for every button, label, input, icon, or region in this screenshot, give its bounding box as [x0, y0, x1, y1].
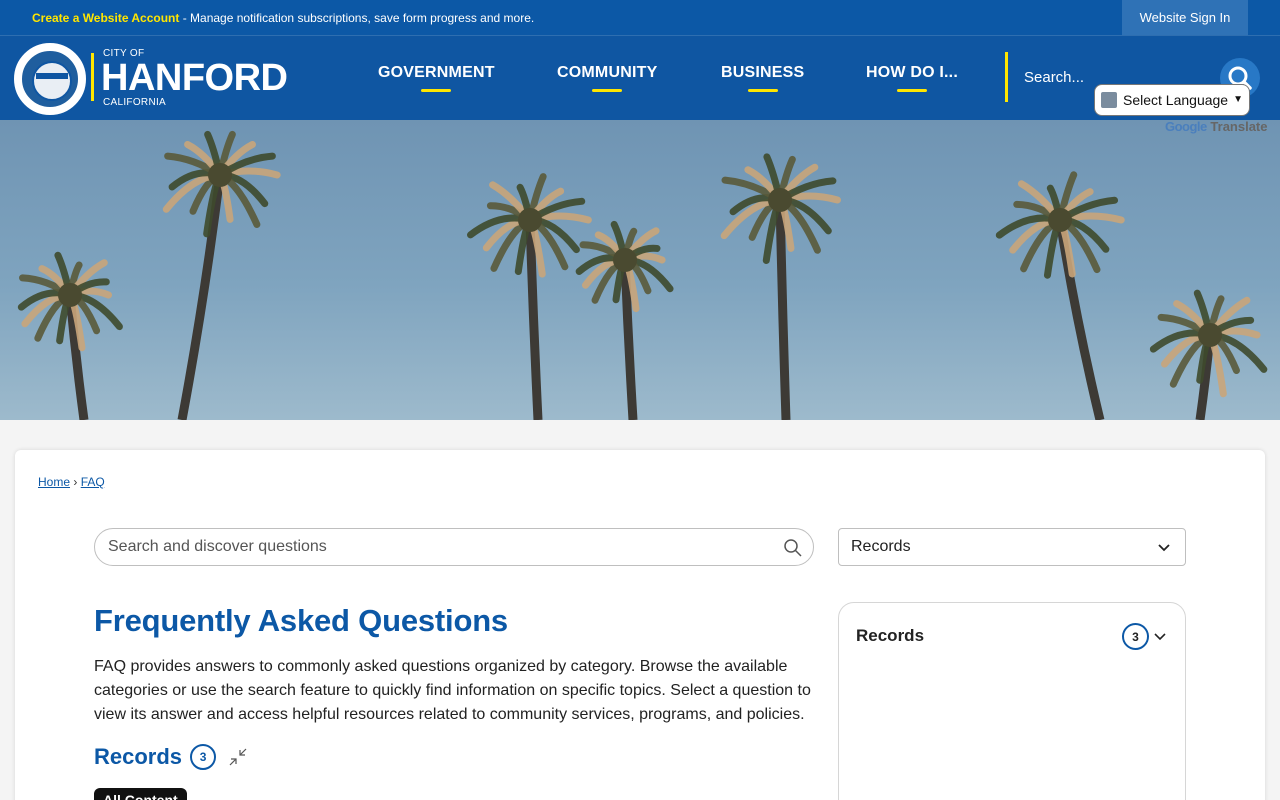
collapse-arrows-icon [229, 748, 247, 766]
translate-text: Translate [1210, 119, 1268, 134]
faq-search-placeholder: Search and discover questions [108, 538, 327, 555]
search-divider [1005, 52, 1008, 102]
palm-crown [1198, 323, 1222, 347]
notice-text: - Manage notification subscriptions, sav… [179, 11, 535, 25]
account-notice: Create a Website Account - Manage notifi… [32, 11, 534, 25]
city-seal-logo[interactable] [14, 43, 86, 115]
search-icon[interactable] [783, 538, 803, 558]
palm-crown [768, 188, 792, 212]
nav-underline [896, 89, 927, 92]
create-account-link[interactable]: Create a Website Account [32, 11, 179, 25]
breadcrumb-separator: › [73, 475, 78, 489]
page-title: Frequently Asked Questions [94, 603, 508, 638]
hero-banner-image [0, 120, 1280, 420]
site-header: CITY OF HANFORD CALIFORNIA GOVERNMENT CO… [0, 35, 1280, 120]
palm-crown [208, 163, 232, 187]
chevron-down-icon[interactable] [1153, 630, 1167, 644]
nav-business-label: BUSINESS [721, 64, 805, 81]
seal-center [32, 61, 72, 101]
collapse-icon[interactable] [228, 747, 248, 767]
powered-by-google-translate[interactable]: Google Translate [1165, 119, 1268, 134]
nav-government-label: GOVERNMENT [378, 64, 495, 81]
breadcrumb: Home › FAQ [38, 475, 105, 489]
palm-crown [613, 248, 637, 272]
faq-search-input[interactable]: Search and discover questions [94, 528, 814, 566]
category-select-value: Records [851, 538, 911, 555]
nav-business[interactable]: BUSINESS [721, 64, 805, 92]
nav-underline [747, 89, 778, 92]
palm-trees-image [17, 130, 1268, 420]
language-select-label: Select Language [1123, 92, 1229, 108]
nav-community[interactable]: COMMUNITY [557, 64, 658, 92]
palm-crown [58, 283, 82, 307]
palm-crown [518, 208, 542, 232]
nav-government[interactable]: GOVERNMENT [378, 64, 495, 92]
logo-divider [91, 53, 94, 101]
side-panel-count-badge: 3 [1122, 623, 1149, 650]
palm-trunk [177, 174, 225, 420]
section-title: Records [94, 744, 183, 769]
notification-bar: Create a Website Account - Manage notifi… [0, 0, 1280, 35]
section-count-badge: 3 [190, 744, 217, 770]
palm-crown [1048, 208, 1072, 232]
nav-how-do-i-label: HOW DO I... [866, 64, 958, 81]
section-header: Records 3 [94, 744, 248, 770]
faq-intro-text: FAQ provides answers to commonly asked q… [94, 658, 811, 723]
google-translate-icon [1101, 92, 1117, 108]
chevron-down-icon [1158, 544, 1170, 552]
seal-building-icon [36, 73, 68, 79]
site-search-input[interactable]: Search... [1024, 69, 1084, 86]
category-select[interactable]: Records [838, 528, 1186, 566]
sign-in-button[interactable]: Website Sign In [1122, 0, 1248, 35]
palm-trunk [775, 199, 791, 420]
logo-state: CALIFORNIA [103, 97, 167, 108]
breadcrumb-faq[interactable]: FAQ [81, 475, 105, 489]
content-card: Home › FAQ Search and discover questions… [15, 450, 1265, 800]
language-select[interactable]: Select Language ▼ [1094, 84, 1250, 116]
tab-all-content[interactable]: All Content [94, 788, 187, 800]
seal-outer-ring [20, 49, 80, 109]
nav-underline [421, 89, 452, 92]
category-side-panel: Records 3 [838, 602, 1186, 800]
google-logo-text: Google [1165, 119, 1207, 134]
chevron-down-icon: ▼ [1233, 94, 1243, 105]
nav-underline [592, 89, 623, 92]
nav-how-do-i[interactable]: HOW DO I... [866, 64, 958, 92]
logo-wordmark[interactable]: HANFORD [101, 58, 288, 98]
side-panel-title[interactable]: Records [856, 626, 924, 646]
breadcrumb-home[interactable]: Home [38, 475, 70, 489]
nav-community-label: COMMUNITY [557, 64, 658, 81]
